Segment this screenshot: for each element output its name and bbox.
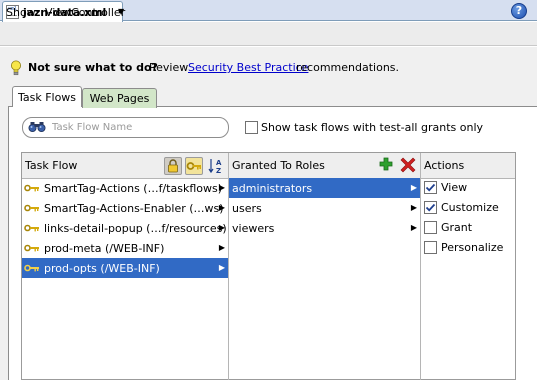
task-flow-header-label: Task Flow xyxy=(25,159,78,172)
lightbulb-icon xyxy=(11,60,21,76)
task-flow-row[interactable]: SmartTag-Actions-Enabler (…ws) ▶ xyxy=(22,198,228,218)
tab-task-flows-label: Task Flows xyxy=(17,90,77,104)
task-flow-row-label: links-detail-popup (…f/resources) xyxy=(44,221,227,235)
role-row-label: administrators xyxy=(232,181,313,195)
action-customize-checkbox[interactable] xyxy=(424,201,437,214)
key-icon xyxy=(186,162,201,170)
lock-filter-button[interactable] xyxy=(164,157,182,175)
hint-tail-text: recommendations. xyxy=(296,61,400,74)
roles-header-label: Granted To Roles xyxy=(232,159,325,172)
add-role-icon[interactable] xyxy=(379,157,393,171)
expand-arrow-icon[interactable]: ▶ xyxy=(219,203,225,212)
role-row-selected[interactable]: administrators ▶ xyxy=(229,178,420,198)
expand-arrow-icon[interactable]: ▶ xyxy=(411,183,417,192)
security-best-practice-link[interactable]: Security Best Practice xyxy=(188,61,308,74)
key-icon xyxy=(24,184,39,192)
show-test-all-grants-checkbox[interactable] xyxy=(245,121,258,134)
task-flow-row-label: prod-meta (/WEB-INF) xyxy=(44,241,165,255)
expand-arrow-icon[interactable]: ▶ xyxy=(219,243,225,252)
hint-title: Not sure what to do? xyxy=(28,61,158,74)
lock-icon xyxy=(168,159,178,173)
tab-web-pages[interactable]: Web Pages xyxy=(82,88,157,108)
show-label: Show: xyxy=(6,6,39,19)
column-divider xyxy=(420,153,421,380)
action-personalize-label: Personalize xyxy=(441,241,504,254)
key-icon xyxy=(24,204,39,212)
role-row[interactable]: users ▶ xyxy=(229,198,420,218)
tab-web-pages-label: Web Pages xyxy=(89,92,150,105)
actions-header-label: Actions xyxy=(424,159,465,172)
action-grant-checkbox[interactable] xyxy=(424,221,437,234)
actions-column-header: Actions xyxy=(421,153,515,179)
key-icon xyxy=(24,264,39,272)
tab-task-flows[interactable]: Task Flows xyxy=(12,86,82,107)
checkmark-icon xyxy=(425,203,436,212)
action-personalize-checkbox[interactable] xyxy=(424,241,437,254)
action-customize-label: Customize xyxy=(441,201,499,214)
checkmark-icon xyxy=(425,183,436,192)
dropdown-arrow-icon[interactable]: ▼ xyxy=(118,7,124,16)
key-icon xyxy=(24,224,39,232)
task-flow-row[interactable]: prod-meta (/WEB-INF) ▶ xyxy=(22,238,228,258)
expand-arrow-icon[interactable]: ▶ xyxy=(411,223,417,232)
action-grant-label: Grant xyxy=(441,221,473,234)
action-view-label: View xyxy=(441,181,468,194)
key-icon xyxy=(24,244,39,252)
svg-text:A: A xyxy=(216,159,222,167)
task-flow-name-input[interactable] xyxy=(52,118,222,136)
expand-arrow-icon[interactable]: ▶ xyxy=(219,223,225,232)
svg-text:Z: Z xyxy=(216,167,221,175)
show-bar xyxy=(0,22,537,46)
role-row-label: users xyxy=(232,201,262,215)
binoculars-search-icon[interactable] xyxy=(28,121,46,133)
sort-alpha-icon[interactable]: A Z xyxy=(208,157,224,175)
delete-role-icon[interactable] xyxy=(400,157,416,173)
task-flow-row-selected[interactable]: prod-opts (/WEB-INF) ▶ xyxy=(22,258,228,278)
expand-arrow-icon[interactable]: ▶ xyxy=(411,203,417,212)
action-view-checkbox[interactable] xyxy=(424,181,437,194)
show-project-dropdown[interactable]: ViewController xyxy=(45,6,125,19)
show-test-all-grants-label: Show task flows with test-all grants onl… xyxy=(261,121,484,134)
expand-arrow-icon[interactable]: ▶ xyxy=(219,183,225,192)
task-flow-row-label: prod-opts (/WEB-INF) xyxy=(44,261,160,275)
key-filter-button[interactable] xyxy=(185,157,203,175)
expand-arrow-icon[interactable]: ▶ xyxy=(219,263,225,272)
task-flow-row-label: SmartTag-Actions-Enabler (…ws) xyxy=(44,201,224,215)
hint-review-text: Review xyxy=(149,61,189,74)
role-row[interactable]: viewers ▶ xyxy=(229,218,420,238)
task-flow-row[interactable]: links-detail-popup (…f/resources) ▶ xyxy=(22,218,228,238)
help-icon[interactable]: ? xyxy=(511,3,527,19)
task-flow-row-label: SmartTag-Actions (…f/taskflows) xyxy=(44,181,223,195)
task-flow-row[interactable]: SmartTag-Actions (…f/taskflows) ▶ xyxy=(22,178,228,198)
role-row-label: viewers xyxy=(232,221,275,235)
